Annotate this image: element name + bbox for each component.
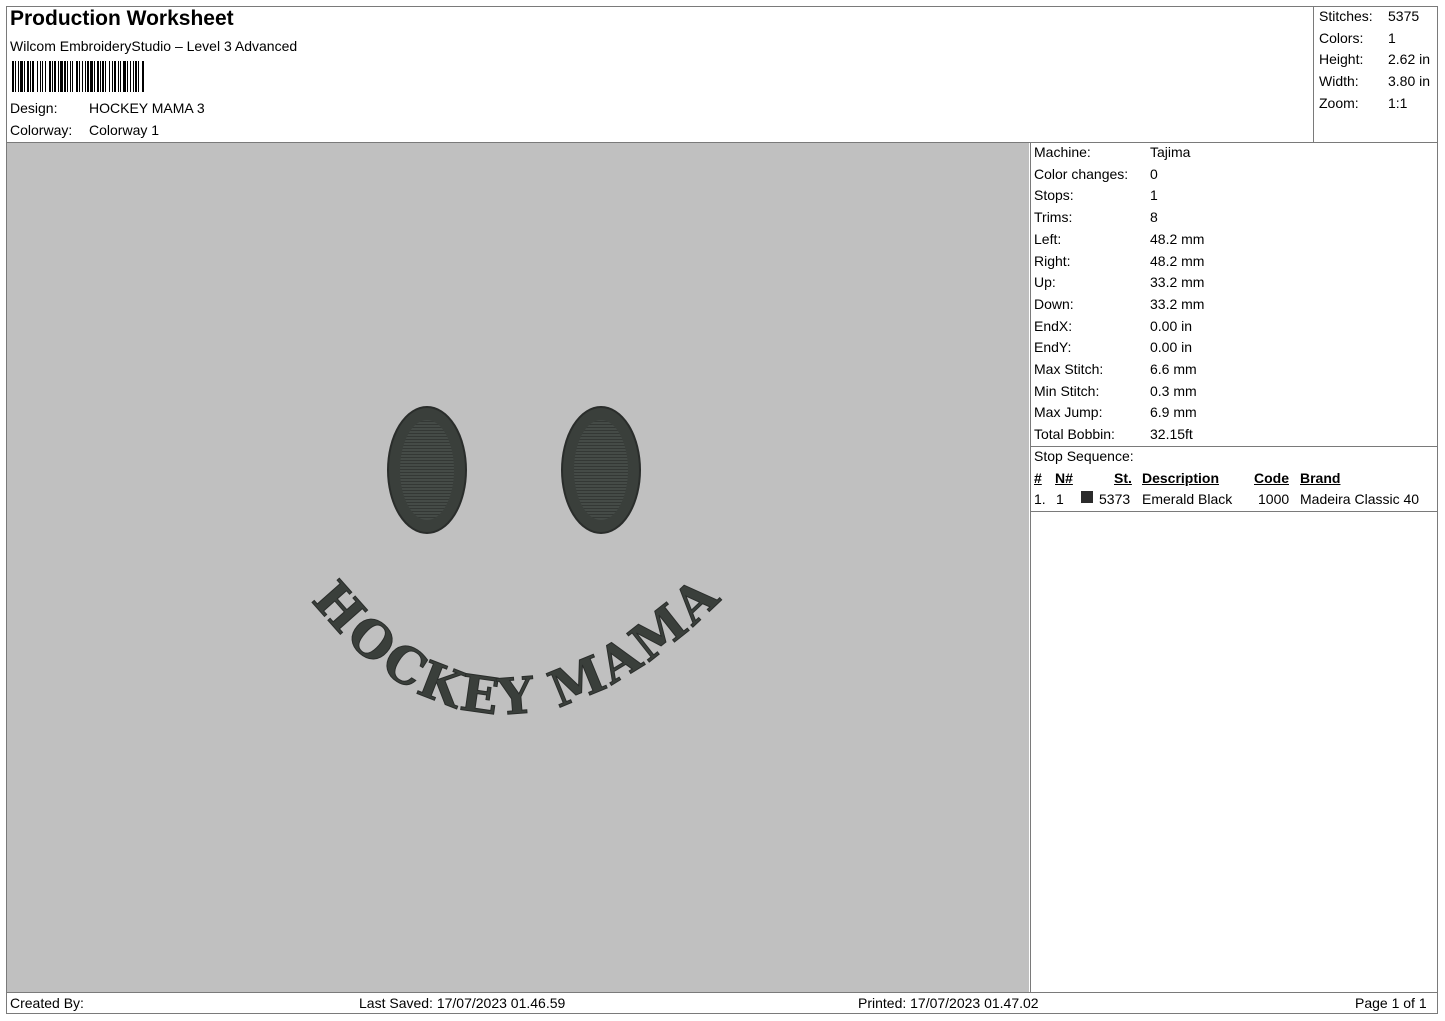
row-code: 1000 xyxy=(1258,491,1290,507)
stat-value: 1 xyxy=(1150,187,1158,204)
height-label: Height: xyxy=(1319,51,1364,67)
design-value: HOCKEY MAMA 3 xyxy=(89,100,205,116)
software-name: Wilcom EmbroideryStudio – Level 3 Advanc… xyxy=(10,38,298,54)
left-eye xyxy=(387,406,467,534)
stat-label: EndX: xyxy=(1034,317,1073,334)
width-value: 3.80 in xyxy=(1388,73,1431,89)
barcode xyxy=(12,61,144,92)
row-description: Emerald Black xyxy=(1142,491,1233,507)
stats-divider xyxy=(1030,446,1438,447)
printed-date: Printed: 17/07/2023 01.47.02 xyxy=(858,995,1039,1011)
col-header-stitches: St. xyxy=(1114,470,1132,486)
stat-label: Max Jump: xyxy=(1034,404,1103,421)
stat-label: Stops: xyxy=(1034,187,1074,204)
stat-value: 0.3 mm xyxy=(1150,382,1197,399)
footer-divider xyxy=(6,992,1438,993)
stat-value: 6.9 mm xyxy=(1150,404,1197,421)
thread-color-swatch xyxy=(1081,491,1093,503)
row-needle: 1 xyxy=(1056,491,1064,507)
row-stitches: 5373 xyxy=(1099,491,1131,507)
row-brand: Madeira Classic 40 xyxy=(1300,491,1420,507)
stitches-value: 5375 xyxy=(1388,8,1420,24)
summary-divider xyxy=(1313,6,1314,142)
colors-value: 1 xyxy=(1388,30,1396,46)
stat-value: 0.00 in xyxy=(1150,339,1193,356)
last-saved: Last Saved: 17/07/2023 01.46.59 xyxy=(359,995,566,1011)
stat-label: EndY: xyxy=(1034,339,1072,356)
zoom-value: 1:1 xyxy=(1388,95,1408,111)
stat-label: Right: xyxy=(1034,252,1071,269)
stat-value: 33.2 mm xyxy=(1150,274,1205,291)
row-number: 1. xyxy=(1034,491,1046,507)
colorway-value: Colorway 1 xyxy=(89,122,160,138)
col-header-description: Description xyxy=(1142,470,1220,486)
canvas-divider xyxy=(1030,142,1031,993)
width-label: Width: xyxy=(1319,73,1359,89)
stat-label: Total Bobbin: xyxy=(1034,426,1115,443)
design-label: Design: xyxy=(10,100,58,116)
stitches-label: Stitches: xyxy=(1319,8,1373,24)
stat-label: Color changes: xyxy=(1034,165,1129,182)
stat-value: 8 xyxy=(1150,209,1158,226)
stat-value: 48.2 mm xyxy=(1150,230,1205,247)
smile-text-content: HOCKEY MAMA xyxy=(301,564,731,727)
stat-value: 6.6 mm xyxy=(1150,361,1197,377)
stat-label: Min Stitch: xyxy=(1034,382,1100,399)
stat-value: 0 xyxy=(1150,165,1158,182)
col-header-number: # xyxy=(1034,470,1042,486)
colorway-label: Colorway: xyxy=(10,122,73,138)
sequence-divider xyxy=(1030,511,1438,512)
page-title: Production Worksheet xyxy=(10,7,234,30)
stat-value: 33.2 mm xyxy=(1150,295,1205,312)
colors-label: Colors: xyxy=(1319,30,1364,46)
col-header-code: Code xyxy=(1254,470,1289,486)
stat-value: 48.2 mm xyxy=(1150,252,1205,269)
stat-label: Down: xyxy=(1034,295,1074,312)
smile-text: HOCKEY MAMA xyxy=(301,564,731,727)
stat-value: Tajima xyxy=(1150,144,1191,160)
zoom-label: Zoom: xyxy=(1319,95,1359,111)
stat-label: Up: xyxy=(1034,274,1056,291)
embroidery-preview: HOCKEY MAMA xyxy=(301,406,731,727)
stat-value: 32.15ft xyxy=(1150,426,1193,443)
col-header-needle: N# xyxy=(1055,470,1073,486)
stat-label: Machine: xyxy=(1034,144,1091,160)
right-eye xyxy=(561,406,641,534)
col-header-brand: Brand xyxy=(1300,470,1341,486)
stat-label: Trims: xyxy=(1034,209,1073,226)
design-canvas: HOCKEY MAMA xyxy=(7,143,1029,992)
stop-sequence-title: Stop Sequence: xyxy=(1034,448,1134,464)
stat-label: Left: xyxy=(1034,230,1062,247)
created-by: Created By: xyxy=(10,995,84,1011)
stat-label: Max Stitch: xyxy=(1034,361,1104,377)
page-number: Page 1 of 1 xyxy=(1355,995,1427,1011)
height-value: 2.62 in xyxy=(1388,51,1431,67)
stat-value: 0.00 in xyxy=(1150,317,1193,334)
